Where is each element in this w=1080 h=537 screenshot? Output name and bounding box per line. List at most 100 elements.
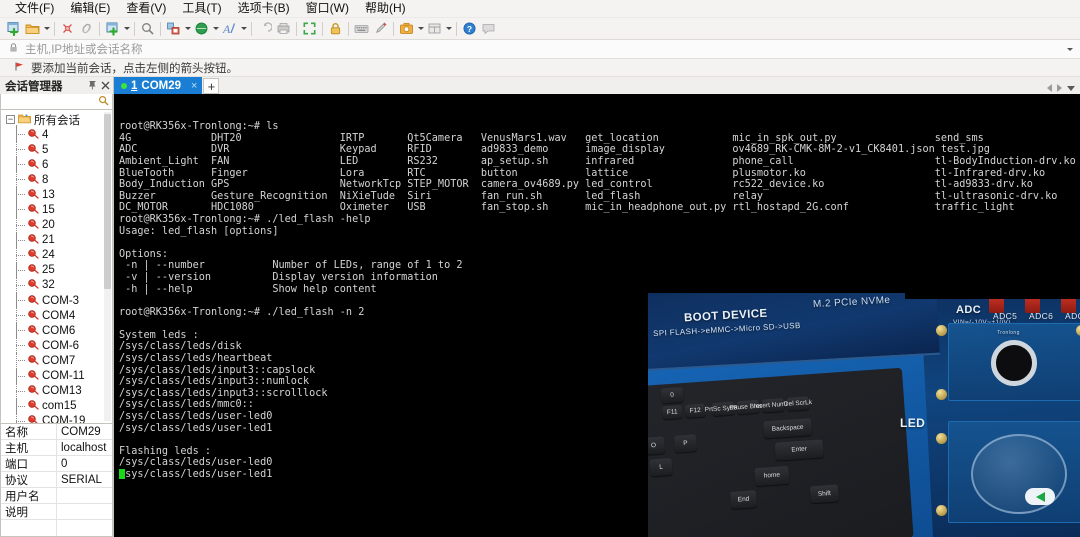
- find-icon[interactable]: [138, 19, 157, 38]
- toolbar-separator: [160, 22, 161, 36]
- session-icon: [27, 248, 39, 262]
- lock-icon[interactable]: [326, 19, 345, 38]
- fullscreen-icon[interactable]: [300, 19, 319, 38]
- session-icon: [27, 263, 39, 277]
- open-folder-icon[interactable]: [23, 19, 42, 38]
- photo-screw-4: [936, 505, 947, 516]
- session-icon: [27, 354, 39, 368]
- session-item-21[interactable]: 21: [1, 233, 112, 248]
- tree-root-all-sessions[interactable]: − 所有会话: [1, 112, 112, 127]
- session-item-5[interactable]: 5: [1, 142, 112, 157]
- tree-branch: [16, 225, 25, 226]
- session-item-com4[interactable]: COM4: [1, 308, 112, 323]
- photo-key: Del ScrLk: [787, 396, 810, 411]
- session-item-com-11[interactable]: COM-11: [1, 369, 112, 384]
- menu-window[interactable]: 窗口(W): [298, 0, 357, 17]
- property-value[interactable]: [57, 488, 112, 503]
- main-area: 会话管理器: [0, 77, 1080, 537]
- chevron-down-icon[interactable]: [1065, 48, 1075, 51]
- capture-icon[interactable]: [397, 19, 416, 38]
- link-icon[interactable]: [77, 19, 96, 38]
- font-icon[interactable]: A: [220, 19, 239, 38]
- terminal-output[interactable]: root@RK356x-Tronlong:~# ls 4G DHT20 IRTP…: [114, 94, 1080, 537]
- session-tree[interactable]: − 所有会话 456813152021242532COM-3COM4COM6CO…: [0, 110, 113, 424]
- close-icon[interactable]: [101, 79, 110, 93]
- font-dropdown[interactable]: [239, 19, 248, 38]
- address-input-placeholder[interactable]: 主机,IP地址或会话名称: [25, 41, 143, 57]
- session-item-4[interactable]: 4: [1, 127, 112, 142]
- menu-tabs[interactable]: 选项卡(B): [230, 0, 298, 17]
- tree-expander[interactable]: −: [6, 115, 15, 124]
- session-item-com13[interactable]: COM13: [1, 384, 112, 399]
- new-tab-dropdown[interactable]: [122, 19, 131, 38]
- session-item-24[interactable]: 24: [1, 248, 112, 263]
- toolbar-separator: [348, 22, 349, 36]
- chat-icon[interactable]: [479, 19, 498, 38]
- layout-icon[interactable]: [425, 19, 444, 38]
- capture-dropdown[interactable]: [416, 19, 425, 38]
- session-icon: [27, 143, 39, 157]
- help-icon[interactable]: ?: [460, 19, 479, 38]
- property-row: 协议SERIAL: [1, 472, 112, 488]
- property-value[interactable]: 0: [57, 456, 112, 471]
- new-tab-button[interactable]: +: [203, 78, 219, 94]
- photo-compass-disc: [971, 434, 1067, 514]
- session-search-input[interactable]: [0, 94, 113, 110]
- tab-scroll-left-icon[interactable]: [1047, 84, 1052, 92]
- session-item-com7[interactable]: COM7: [1, 353, 112, 368]
- red-flag-icon: [14, 61, 25, 75]
- highlighter-icon[interactable]: [371, 19, 390, 38]
- keyboard-icon[interactable]: [352, 19, 371, 38]
- print-icon[interactable]: [274, 19, 293, 38]
- property-value[interactable]: SERIAL: [57, 472, 112, 487]
- tab-label: COM29: [141, 80, 181, 92]
- new-session-icon[interactable]: [4, 19, 23, 38]
- property-value: [57, 520, 112, 536]
- tab-list-dropdown-icon[interactable]: [1067, 86, 1075, 91]
- menu-view[interactable]: 查看(V): [118, 0, 174, 17]
- globe-dropdown[interactable]: [211, 19, 220, 38]
- session-item-com6[interactable]: COM6: [1, 323, 112, 338]
- session-item-com-6[interactable]: COM-6: [1, 338, 112, 353]
- session-item-15[interactable]: 15: [1, 202, 112, 217]
- menu-help[interactable]: 帮助(H): [357, 0, 414, 17]
- toolbar-separator: [54, 22, 55, 36]
- tab-close-icon[interactable]: ×: [191, 80, 197, 92]
- address-bar[interactable]: 主机,IP地址或会话名称: [0, 40, 1080, 59]
- property-key: 用户名: [1, 488, 57, 503]
- layout-dropdown[interactable]: [444, 19, 453, 38]
- search-icon[interactable]: [98, 95, 109, 109]
- property-value[interactable]: COM29: [57, 424, 112, 439]
- session-item-32[interactable]: 32: [1, 278, 112, 293]
- session-item-com15[interactable]: com15: [1, 399, 112, 414]
- menu-edit[interactable]: 编辑(E): [62, 0, 118, 17]
- session-item-com-3[interactable]: COM-3: [1, 293, 112, 308]
- session-item-8[interactable]: 8: [1, 172, 112, 187]
- menu-tools[interactable]: 工具(T): [174, 0, 229, 17]
- photo-key: 0: [661, 387, 684, 403]
- transfer-icon[interactable]: [164, 19, 183, 38]
- photo-key: P: [674, 434, 697, 452]
- open-folder-dropdown[interactable]: [42, 19, 51, 38]
- undo-icon[interactable]: [255, 19, 274, 38]
- session-item-com-19[interactable]: COM-19: [1, 414, 112, 424]
- transfer-dropdown[interactable]: [183, 19, 192, 38]
- tree-branch: [16, 270, 25, 271]
- session-item-6[interactable]: 6: [1, 157, 112, 172]
- tree-branch: [16, 179, 25, 180]
- tab-com29[interactable]: 1 COM29 ×: [114, 77, 202, 94]
- session-tree-scrollbar[interactable]: [104, 112, 111, 421]
- property-value[interactable]: localhost: [57, 440, 112, 455]
- globe-icon[interactable]: [192, 19, 211, 38]
- session-item-20[interactable]: 20: [1, 218, 112, 233]
- new-tab-icon[interactable]: [103, 19, 122, 38]
- session-item-25[interactable]: 25: [1, 263, 112, 278]
- property-value[interactable]: [57, 504, 112, 519]
- scrollbar-thumb[interactable]: [104, 114, 111, 289]
- disconnect-icon[interactable]: [58, 19, 77, 38]
- session-item-13[interactable]: 13: [1, 187, 112, 202]
- pin-icon[interactable]: [88, 79, 97, 93]
- svg-text:?: ?: [467, 24, 472, 34]
- menu-file[interactable]: 文件(F): [7, 0, 62, 17]
- tab-scroll-right-icon[interactable]: [1057, 84, 1062, 92]
